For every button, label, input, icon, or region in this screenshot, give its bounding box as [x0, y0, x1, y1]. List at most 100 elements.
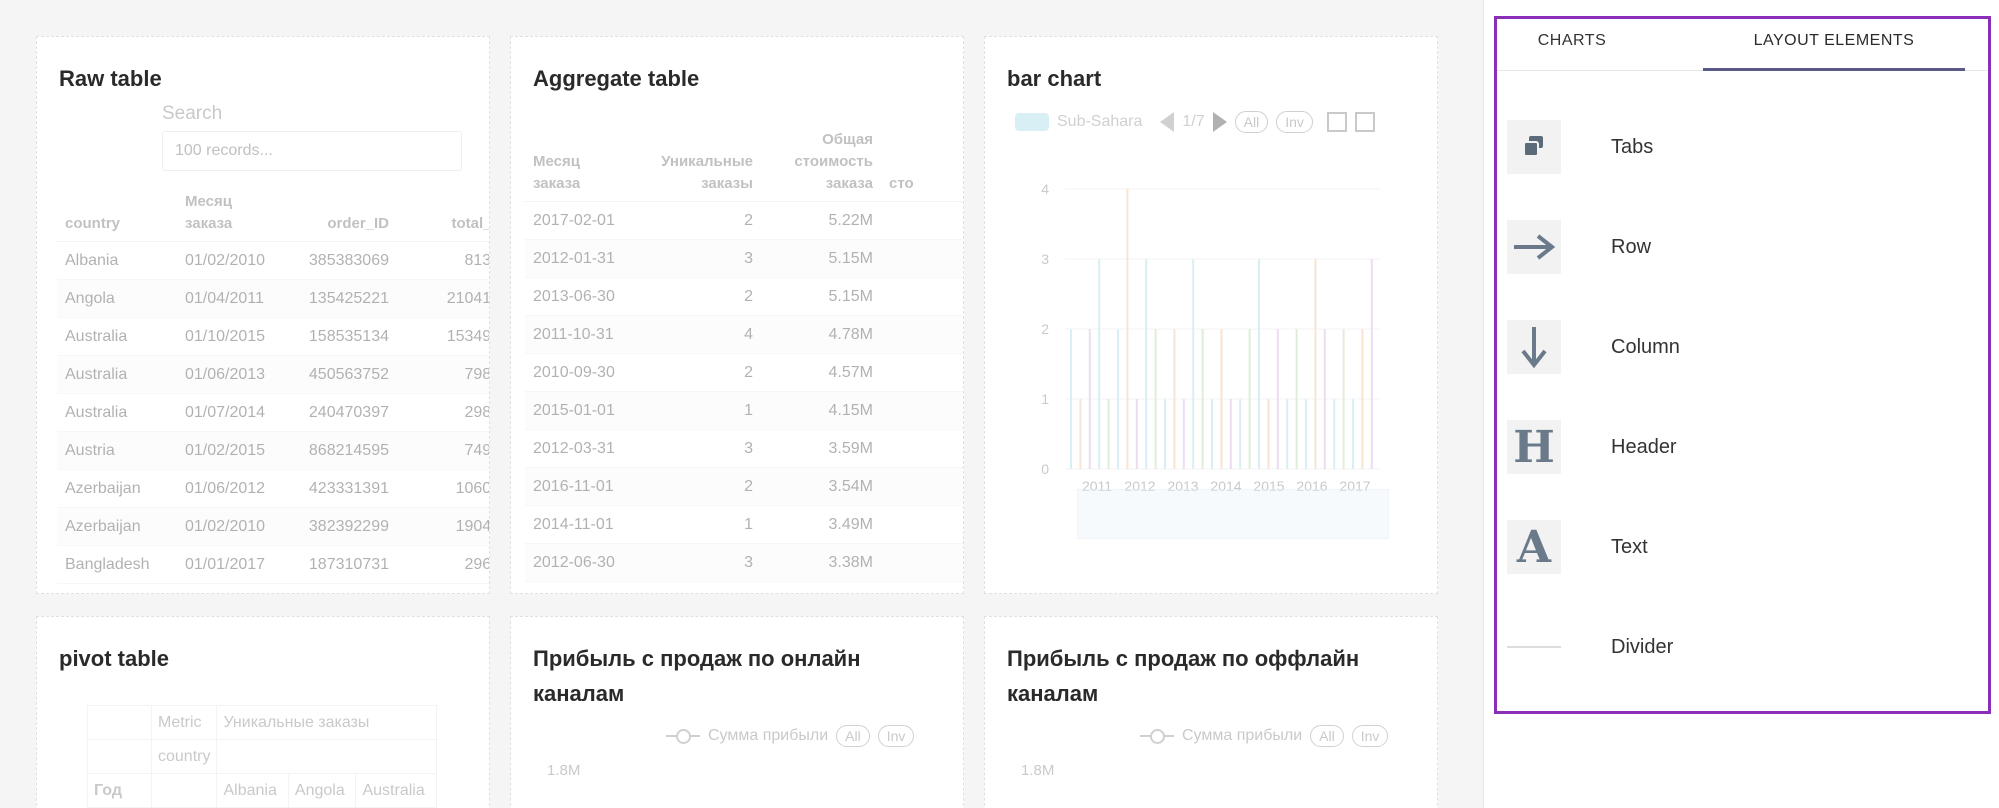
table-row[interactable]: 2014-11-01 1 3.49M — [525, 505, 963, 544]
chart-zoom-slider[interactable] — [1077, 489, 1389, 539]
reset-zoom-icon[interactable] — [1354, 112, 1375, 132]
table-cell — [881, 201, 963, 240]
table-cell: 2017-02-01 — [525, 201, 635, 240]
pivot-table-card[interactable]: pivot table Metric Уникальные заказы cou… — [36, 616, 490, 808]
all-button[interactable]: All — [1310, 725, 1344, 747]
column-header[interactable]: Уникальные заказы — [635, 123, 761, 202]
table-cell: Azerbaijan — [57, 469, 177, 508]
legend-label[interactable]: Sub-Sahara — [1057, 113, 1142, 131]
arrow-right-icon — [1507, 220, 1561, 274]
card-title: Aggregate table — [533, 66, 700, 91]
all-button[interactable]: All — [1234, 111, 1269, 133]
bar-chart-card[interactable]: bar chart Sub-Sahara 1/7 All Inv 0 1 2 3 4 20… — [984, 36, 1438, 594]
table-cell: 3.59M — [761, 429, 881, 468]
table-row[interactable]: Azerbaijan01/06/2012423331391106094 — [57, 469, 489, 508]
table-row[interactable]: 2016-11-01 2 3.54M — [525, 467, 963, 506]
y-tick-label: 0 — [1041, 461, 1049, 477]
column-header[interactable]: total_co — [397, 185, 489, 242]
layout-item-tabs[interactable]: Tabs — [1507, 117, 1977, 177]
table-cell: 01/06/2013 — [177, 355, 287, 394]
prev-page-icon[interactable] — [1160, 112, 1175, 132]
pivot-col: Albania — [216, 773, 289, 808]
table-row[interactable]: 2012-01-31 3 5.15M — [525, 239, 963, 278]
table-row[interactable]: Australia01/06/201345056375279869 — [57, 355, 489, 394]
all-button[interactable]: All — [836, 725, 870, 747]
layout-item-row[interactable]: Row — [1507, 217, 1977, 277]
table-row[interactable]: Angola01/04/20111354252212104134 — [57, 279, 489, 318]
raw-table-card[interactable]: Raw table Search country Месяц заказа or… — [36, 36, 490, 594]
table-cell: 4 — [635, 315, 761, 354]
table-cell — [881, 467, 963, 506]
aggregate-table-card[interactable]: Aggregate table Месяц заказа Уникальные … — [510, 36, 964, 594]
table-row[interactable]: Azerbaijan01/02/2010382392299190492 — [57, 507, 489, 546]
offline-profit-chart-card[interactable]: Прибыль с продаж по оффлайн каналам Сумм… — [984, 616, 1438, 808]
legend-swatch[interactable] — [1015, 113, 1049, 131]
layout-item-text[interactable]: A Text — [1507, 517, 1977, 577]
text-icon: A — [1507, 520, 1561, 574]
y-tick-label: 1 — [1041, 391, 1049, 407]
table-row[interactable]: 2011-10-31 4 4.78M — [525, 315, 963, 354]
layout-item-label: Divider — [1611, 635, 1674, 658]
column-header[interactable]: Месяц заказа — [177, 185, 287, 242]
invert-button[interactable]: Inv — [1351, 725, 1389, 747]
tab-layout-elements[interactable]: LAYOUT ELEMENTS — [1703, 19, 1965, 71]
invert-button[interactable]: Inv — [877, 725, 915, 747]
column-header[interactable]: country — [57, 185, 177, 242]
search-label: Search — [162, 103, 223, 124]
table-row[interactable]: Austria01/02/201586821459574970 — [57, 431, 489, 470]
table-row[interactable]: Australia01/10/20151585351341534983 — [57, 317, 489, 356]
table-cell: 01/06/2012 — [177, 469, 287, 508]
table-row[interactable]: 2010-09-30 2 4.57M — [525, 353, 963, 392]
zoom-icon[interactable] — [1326, 112, 1347, 132]
table-row[interactable]: 2013-06-30 2 5.15M — [525, 277, 963, 316]
table-cell: 2011-10-31 — [525, 315, 635, 354]
chart-legend: Сумма прибыли All Inv — [1140, 725, 1389, 747]
builder-panel: CHARTS LAYOUT ELEMENTS Tabs Row Column H… — [1483, 0, 1999, 808]
aggregate-data-table: Месяц заказа Уникальные заказы Общая сто… — [525, 123, 963, 582]
layout-item-divider[interactable]: Divider — [1507, 617, 1977, 677]
tab-charts[interactable]: CHARTS — [1497, 19, 1647, 71]
table-cell: 3.38M — [761, 543, 881, 582]
table-row[interactable]: Bangladesh01/01/201718731073129614 — [57, 545, 489, 584]
column-header[interactable]: order_ID — [287, 185, 397, 242]
layout-item-column[interactable]: Column — [1507, 317, 1977, 377]
legend-line-icon[interactable] — [666, 727, 700, 745]
table-cell: 385383069 — [287, 241, 397, 280]
table-row[interactable]: Australia01/07/201424047039729847 — [57, 393, 489, 432]
chart-legend: Сумма прибыли All Inv — [666, 725, 915, 747]
table-row[interactable]: 2017-02-01 2 5.22M — [525, 201, 963, 240]
table-cell: Australia — [57, 355, 177, 394]
next-page-icon[interactable] — [1212, 112, 1227, 132]
legend-line-icon[interactable] — [1140, 727, 1174, 745]
legend-label[interactable]: Сумма прибыли — [708, 727, 828, 745]
table-cell: 868214595 — [287, 431, 397, 470]
table-row[interactable]: 2015-01-01 1 4.15M — [525, 391, 963, 430]
table-cell: 1534983 — [397, 317, 489, 356]
metric-label: Metric — [150, 705, 218, 740]
layout-item-header[interactable]: H Header — [1507, 417, 1977, 477]
legend-label[interactable]: Сумма прибыли — [1182, 727, 1302, 745]
table-row[interactable]: Albania01/02/201038538306981320 — [57, 241, 489, 280]
y-tick-label: 2 — [1041, 321, 1049, 337]
table-cell: 79869 — [397, 355, 489, 394]
column-header[interactable]: Месяц заказа — [525, 123, 635, 202]
table-cell: 382392299 — [287, 507, 397, 546]
table-cell: 01/07/2014 — [177, 393, 287, 432]
column-header[interactable]: Общая стоимость заказа — [761, 123, 881, 202]
table-row[interactable]: 2012-06-30 3 3.38M — [525, 543, 963, 582]
table-cell: 2 — [635, 201, 761, 240]
column-header[interactable]: сто — [881, 123, 963, 202]
pivot-grid: Metric Уникальные заказы country Год Alb… — [87, 705, 438, 808]
invert-button[interactable]: Inv — [1276, 111, 1313, 133]
layout-item-label: Tabs — [1611, 135, 1654, 158]
table-row[interactable]: 2012-03-31 3 3.59M — [525, 429, 963, 468]
table-cell — [881, 353, 963, 392]
table-cell: Australia — [57, 317, 177, 356]
table-cell — [881, 277, 963, 316]
online-profit-chart-card[interactable]: Прибыль с продаж по онлайн каналам Сумма… — [510, 616, 964, 808]
table-cell: 5.15M — [761, 277, 881, 316]
card-title: pivot table — [59, 646, 170, 671]
table-cell: Bangladesh — [57, 545, 177, 584]
table-cell: 74970 — [397, 431, 489, 470]
search-input[interactable] — [162, 131, 462, 171]
